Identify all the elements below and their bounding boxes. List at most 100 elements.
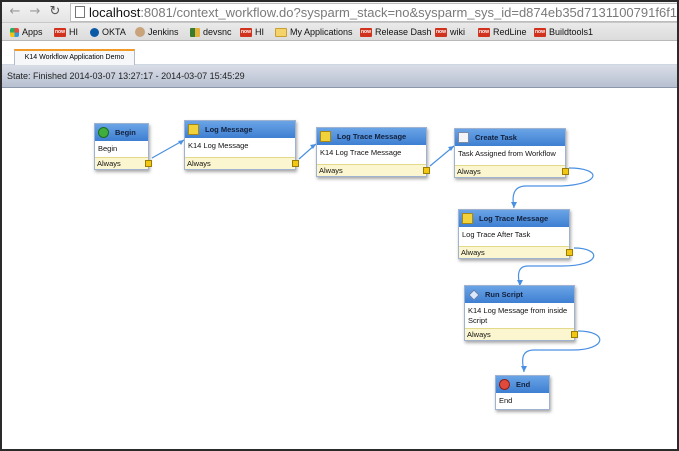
arrowhead-log-trace-after — [511, 202, 517, 208]
activity-title: Log Trace Message — [459, 210, 569, 227]
activity-condition: Always — [185, 157, 299, 169]
state-bar: State: Finished 2014-03-07 13:27:17 - 20… — [2, 65, 677, 88]
workflow-canvas: Begin Begin Always Log Message K14 Log M… — [2, 88, 677, 449]
bookmark-label: devsnc — [203, 27, 232, 37]
reload-icon[interactable]: ↻ — [48, 5, 62, 19]
activity-run-script[interactable]: Run Script K14 Log Message from inside S… — [464, 285, 578, 341]
okta-icon — [90, 27, 99, 37]
activity-description: K14 Log Trace Message — [320, 148, 402, 157]
jenkins-icon — [135, 27, 145, 37]
activity-condition: Always — [465, 328, 578, 340]
activity-title: Log Message — [185, 121, 295, 138]
activity-begin[interactable]: Begin Begin Always — [94, 123, 152, 170]
activity-title: Run Script — [465, 286, 574, 303]
bookmark-redline[interactable]: now RedLine — [478, 23, 527, 41]
url-path: :8081/context_workflow.do?sysparm_stack=… — [140, 5, 677, 20]
bookmark-label: HI — [255, 27, 264, 37]
bookmark-label: My Applications — [290, 27, 353, 37]
activity-title: Begin — [95, 124, 148, 141]
bookmark-hi-2[interactable]: now HI — [240, 23, 264, 41]
activity-title-text: Log Trace Message — [337, 132, 407, 141]
back-arrow-icon[interactable]: ← — [8, 5, 22, 19]
activity-create-task[interactable]: Create Task Task Assigned from Workflow … — [454, 128, 569, 178]
activity-log-trace-after-task[interactable]: Log Trace Message Log Trace After Task A… — [458, 209, 573, 259]
activity-description: K14 Log Message from inside Script — [468, 306, 568, 325]
bookmark-label: wiki — [450, 27, 465, 37]
bookmark-label: OKTA — [102, 27, 126, 37]
bookmarks-bar: Apps now HI OKTA Jenkins devsnc now HI My … — [2, 23, 677, 41]
folder-icon — [275, 27, 287, 37]
activity-title: End — [496, 376, 549, 393]
bookmark-label: Buildtools1 — [549, 27, 594, 37]
browser-window: ← → ↻ localhost:8081/context_workflow.do… — [0, 0, 679, 451]
devsnc-icon — [190, 27, 200, 37]
forward-arrow-icon[interactable]: → — [28, 5, 42, 19]
activity-title: Log Trace Message — [317, 128, 426, 145]
bookmark-apps[interactable]: Apps — [10, 23, 43, 41]
url-input[interactable]: localhost:8081/context_workflow.do?syspa… — [70, 3, 677, 22]
condition-label: Always — [97, 159, 121, 168]
condition-label: Always — [467, 330, 491, 339]
connector-port[interactable] — [145, 160, 152, 167]
activity-condition: Always — [455, 165, 569, 177]
message-icon — [320, 131, 331, 142]
tab-workflow-demo[interactable]: K14 Workflow Application Demo — [14, 49, 135, 65]
now-icon: now — [240, 27, 252, 37]
arrowhead-end — [521, 366, 527, 372]
condition-label: Always — [461, 248, 485, 257]
activity-log-message[interactable]: Log Message K14 Log Message Always — [184, 120, 299, 170]
now-icon: now — [54, 27, 66, 37]
condition-label: Always — [457, 167, 481, 176]
end-icon — [499, 379, 510, 390]
script-icon — [468, 289, 480, 301]
bookmark-release-dash[interactable]: now Release Dash — [360, 23, 432, 41]
activity-title-text: Begin — [115, 128, 136, 137]
bookmark-buildtools1[interactable]: now Buildtools1 — [534, 23, 593, 41]
link-begin-to-log-message — [151, 139, 185, 159]
link-log-message-to-log-trace — [298, 143, 317, 160]
activity-title-text: End — [516, 380, 531, 389]
activity-condition: Always — [317, 164, 430, 176]
link-log-trace-to-create-task — [429, 145, 455, 167]
bookmark-my-applications[interactable]: My Applications — [275, 23, 353, 41]
activity-condition: Always — [95, 157, 152, 169]
page-icon — [75, 6, 85, 18]
now-icon: now — [360, 27, 372, 37]
connector-port[interactable] — [566, 249, 573, 256]
message-icon — [188, 124, 199, 135]
activity-title-text: Run Script — [485, 290, 523, 299]
activity-log-trace-message[interactable]: Log Trace Message K14 Log Trace Message … — [316, 127, 430, 177]
bookmark-label: Jenkins — [148, 27, 179, 37]
now-icon: now — [534, 27, 546, 37]
activity-end[interactable]: End End — [495, 375, 550, 410]
connector-port[interactable] — [292, 160, 299, 167]
activity-description: Begin — [98, 144, 118, 153]
address-bar: ← → ↻ localhost:8081/context_workflow.do… — [2, 2, 677, 23]
bookmark-okta[interactable]: OKTA — [90, 23, 126, 41]
activity-title-text: Create Task — [475, 133, 517, 142]
activity-description: Log Trace After Task — [462, 230, 531, 239]
connector-port[interactable] — [571, 331, 578, 338]
activity-title: Create Task — [455, 129, 565, 146]
now-icon: now — [435, 27, 447, 37]
connector-port[interactable] — [423, 167, 430, 174]
connector-port[interactable] — [562, 168, 569, 175]
activity-description: End — [499, 396, 513, 405]
bookmark-devsnc[interactable]: devsnc — [190, 23, 232, 41]
condition-label: Always — [187, 159, 211, 168]
app-tab-strip: K14 Workflow Application Demo — [2, 41, 677, 65]
bookmark-jenkins[interactable]: Jenkins — [135, 23, 179, 41]
apps-grid-icon — [10, 27, 19, 37]
bookmark-label: RedLine — [493, 27, 527, 37]
bookmark-label: Apps — [22, 27, 43, 37]
bookmark-wiki[interactable]: now wiki — [435, 23, 465, 41]
activity-title-text: Log Message — [205, 125, 253, 134]
message-icon — [462, 213, 473, 224]
now-icon: now — [478, 27, 490, 37]
activity-condition: Always — [459, 246, 573, 258]
bookmark-label: Release Dash — [375, 27, 432, 37]
url-host: localhost — [89, 5, 141, 20]
begin-icon — [98, 127, 109, 138]
activity-title-text: Log Trace Message — [479, 214, 549, 223]
bookmark-hi[interactable]: now HI — [54, 23, 78, 41]
